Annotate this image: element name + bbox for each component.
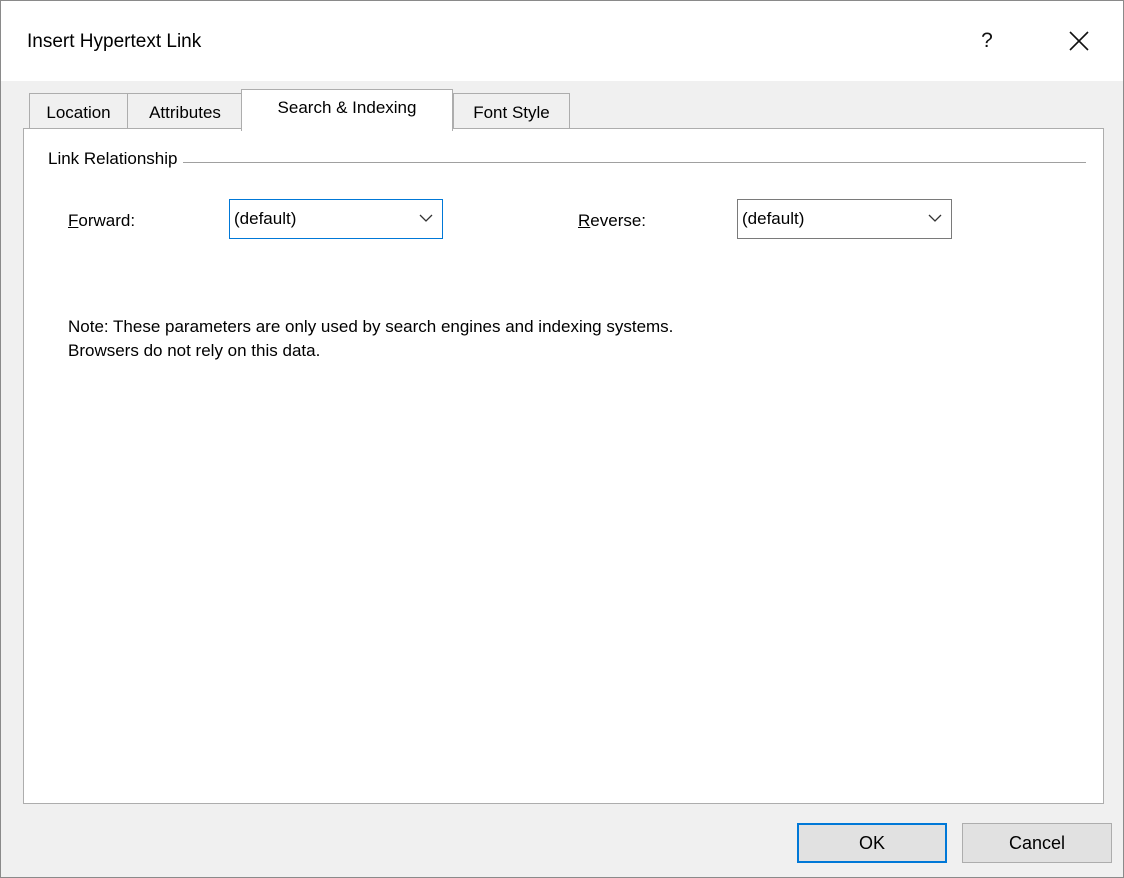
reverse-label: Reverse: — [578, 211, 647, 230]
close-button[interactable] — [1059, 23, 1099, 59]
note-text: Note: These parameters are only used by … — [68, 315, 673, 363]
tab-attributes[interactable]: Attributes — [127, 93, 243, 129]
reverse-combobox[interactable]: (default) — [737, 199, 952, 239]
dialog-title: Insert Hypertext Link — [27, 31, 202, 52]
ok-button[interactable]: OK — [797, 823, 947, 863]
title-bar: Insert Hypertext Link ? — [1, 1, 1123, 81]
link-relationship-group-label: Link Relationship — [48, 149, 184, 169]
reverse-value: (default) — [742, 209, 805, 228]
tab-search-indexing[interactable]: Search & Indexing — [241, 89, 453, 131]
tab-font-style[interactable]: Font Style — [453, 93, 570, 129]
note-line-2: Browsers do not rely on this data. — [68, 341, 321, 360]
cancel-button[interactable]: Cancel — [962, 823, 1112, 863]
close-icon — [1069, 31, 1089, 51]
note-line-1: Note: These parameters are only used by … — [68, 317, 674, 336]
tab-location[interactable]: Location — [29, 93, 128, 129]
forward-label: Forward: — [68, 211, 136, 230]
forward-value: (default) — [234, 209, 297, 228]
insert-hypertext-link-dialog: Insert Hypertext Link ? Location Attribu… — [0, 0, 1124, 878]
chevron-down-icon — [928, 214, 942, 222]
forward-combobox[interactable]: (default) — [229, 199, 443, 239]
chevron-down-icon — [419, 214, 433, 222]
tab-panel-search-indexing: Link Relationship Forward: (default) Rev… — [23, 128, 1104, 804]
help-button[interactable]: ? — [967, 23, 1007, 59]
group-divider — [48, 162, 1086, 163]
